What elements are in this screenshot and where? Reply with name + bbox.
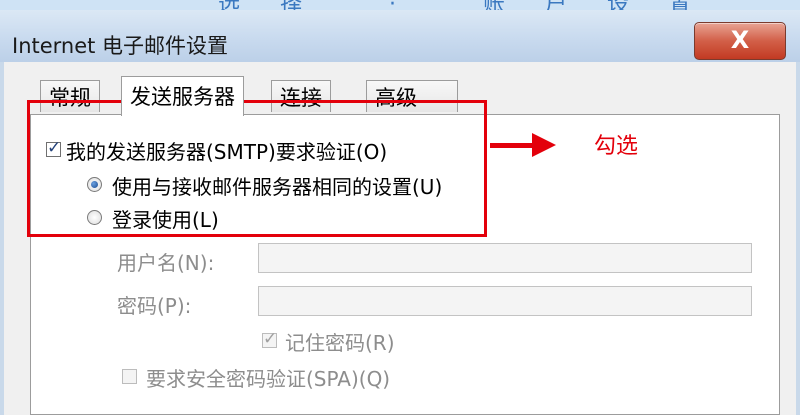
spa-checkbox[interactable] bbox=[122, 369, 137, 384]
annotation-arrow-shaft bbox=[490, 143, 534, 148]
username-label: 用户名(N): bbox=[117, 251, 215, 275]
close-icon: X bbox=[730, 26, 750, 54]
password-field[interactable] bbox=[258, 286, 752, 316]
window-right-border bbox=[796, 62, 800, 415]
password-label: 密码(P): bbox=[117, 294, 192, 318]
remember-password-label: 记住密码(R) bbox=[285, 331, 395, 355]
title-bar: Internet 电子邮件设置 X bbox=[0, 10, 800, 62]
remember-password-checkbox[interactable] bbox=[262, 329, 277, 349]
tab-outgoing-server[interactable]: 发送服务器 bbox=[121, 76, 244, 116]
annotation-label: 勾选 bbox=[594, 134, 639, 159]
window-title: Internet 电子邮件设置 bbox=[12, 34, 229, 58]
highlight-box bbox=[27, 100, 487, 237]
window-left-border bbox=[0, 62, 4, 415]
top-banner: 选择 · 账户设置 bbox=[0, 0, 800, 17]
username-field[interactable] bbox=[258, 243, 752, 273]
close-button[interactable]: X bbox=[694, 22, 786, 60]
tab-outgoing-server-label: 发送服务器 bbox=[130, 85, 235, 109]
spa-label: 要求安全密码验证(SPA)(Q) bbox=[146, 367, 391, 391]
arrow-right-icon bbox=[532, 133, 556, 157]
